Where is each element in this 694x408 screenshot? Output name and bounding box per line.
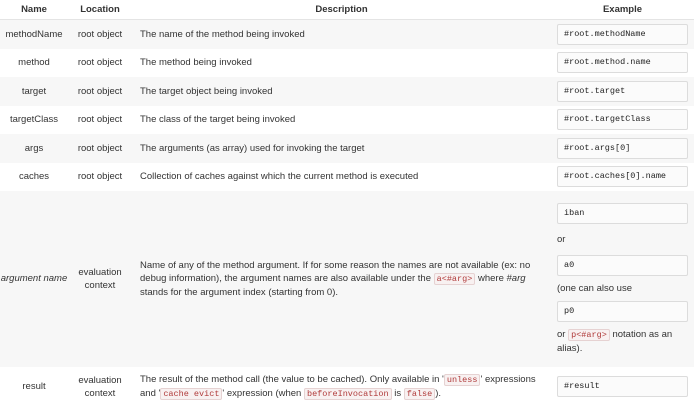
inline-code-before-invocation: beforeInvocation xyxy=(303,387,392,400)
example-code: #root.caches[0].name xyxy=(557,166,688,187)
inline-code-false: false xyxy=(403,387,436,400)
cell-name: caches xyxy=(18,171,50,182)
cell-location: evaluation context xyxy=(78,374,122,399)
example-code: #result xyxy=(557,376,688,397)
cell-name: args xyxy=(0,133,68,163)
cell-location: root object xyxy=(68,133,132,163)
cell-name: targetClass xyxy=(9,114,59,125)
description-text: ). xyxy=(435,387,442,399)
example-code-p0: p0 xyxy=(557,300,688,322)
cell-description: The name of the method being invoked xyxy=(132,19,551,49)
table-row-methodName: methodName root object The name of the m… xyxy=(0,19,694,49)
cell-description: The arguments (as array) used for invoki… xyxy=(132,133,551,163)
description-text: where xyxy=(475,272,507,284)
cell-name: result xyxy=(22,381,46,392)
example-code: #root.method.name xyxy=(557,52,688,73)
inline-code-p-arg: p<#arg> xyxy=(568,328,610,341)
cell-example: #root.targetClass xyxy=(551,106,694,134)
example-code: #root.args[0] xyxy=(557,137,688,159)
example-code: #root.methodName xyxy=(557,23,688,45)
table-row-targetClass: targetClass root object The class of the… xyxy=(0,106,694,134)
cell-description: Collection of caches against which the c… xyxy=(140,171,419,182)
description-text: The result of the method call (the value… xyxy=(140,373,444,385)
cell-example: iban or a0 (one can also use p0 or p<#ar… xyxy=(551,190,694,367)
cell-example: #root.caches[0].name xyxy=(551,163,694,191)
cell-name: argument name xyxy=(0,190,68,367)
cell-example: #root.methodName xyxy=(551,19,694,49)
cell-description: The target object being invoked xyxy=(132,76,551,106)
description-emphasis: #arg xyxy=(506,272,526,284)
cell-location: root object xyxy=(68,19,132,49)
example-code: #root.target xyxy=(557,80,688,102)
table-row-target: target root object The target object bei… xyxy=(0,76,694,106)
cell-location: evaluation context xyxy=(68,190,132,367)
argument-name-label: argument name xyxy=(0,273,68,284)
cell-description: The method being invoked xyxy=(140,57,252,68)
header-example: Example xyxy=(551,0,694,20)
example-note-text: (one can also use xyxy=(557,282,632,294)
table-row-result: result evaluation context The result of … xyxy=(0,367,694,407)
table-row-argument-name: argument name evaluation context Name of… xyxy=(0,190,694,367)
example-or-text: or xyxy=(557,233,566,245)
cell-description: Name of any of the method argument. If f… xyxy=(132,190,551,367)
description-text: is xyxy=(391,387,404,399)
example-alias-note: or p<#arg> notation as an alias). xyxy=(557,328,690,355)
cell-example: #root.method.name xyxy=(551,49,694,77)
cell-description: The result of the method call (the value… xyxy=(132,367,551,407)
cell-name: methodName xyxy=(0,19,68,49)
cache-spel-metadata-table: Name Location Description Example method… xyxy=(0,0,694,407)
header-description: Description xyxy=(132,0,551,20)
cell-name: method xyxy=(18,57,50,68)
table-row-args: args root object The arguments (as array… xyxy=(0,133,694,163)
cell-example: #result xyxy=(551,367,694,407)
header-name: Name xyxy=(0,0,68,20)
description-text: ' expression (when xyxy=(222,387,304,399)
cell-example: #root.args[0] xyxy=(551,133,694,163)
example-code-a0: a0 xyxy=(557,254,688,276)
cell-location: root object xyxy=(77,114,123,125)
example-code: #root.targetClass xyxy=(557,109,688,130)
cell-location: root object xyxy=(77,171,123,182)
inline-code-cache-evict: cache evict xyxy=(160,387,223,400)
cell-location: root object xyxy=(77,57,123,68)
description-text: stands for the argument index (starting … xyxy=(140,286,339,298)
cell-example: #root.target xyxy=(551,76,694,106)
cell-name: target xyxy=(0,76,68,106)
cell-description: The class of the target being invoked xyxy=(140,114,296,125)
header-location: Location xyxy=(68,0,132,20)
inline-code-a-arg: a<#arg> xyxy=(433,272,476,285)
table-row-caches: caches root object Collection of caches … xyxy=(0,163,694,191)
example-code-iban: iban xyxy=(557,202,688,224)
inline-code-unless: unless xyxy=(443,373,481,386)
alias-note-text: or xyxy=(557,328,569,340)
header-row: Name Location Description Example xyxy=(0,0,694,20)
table-row-method: method root object The method being invo… xyxy=(0,49,694,77)
cell-location: root object xyxy=(68,76,132,106)
